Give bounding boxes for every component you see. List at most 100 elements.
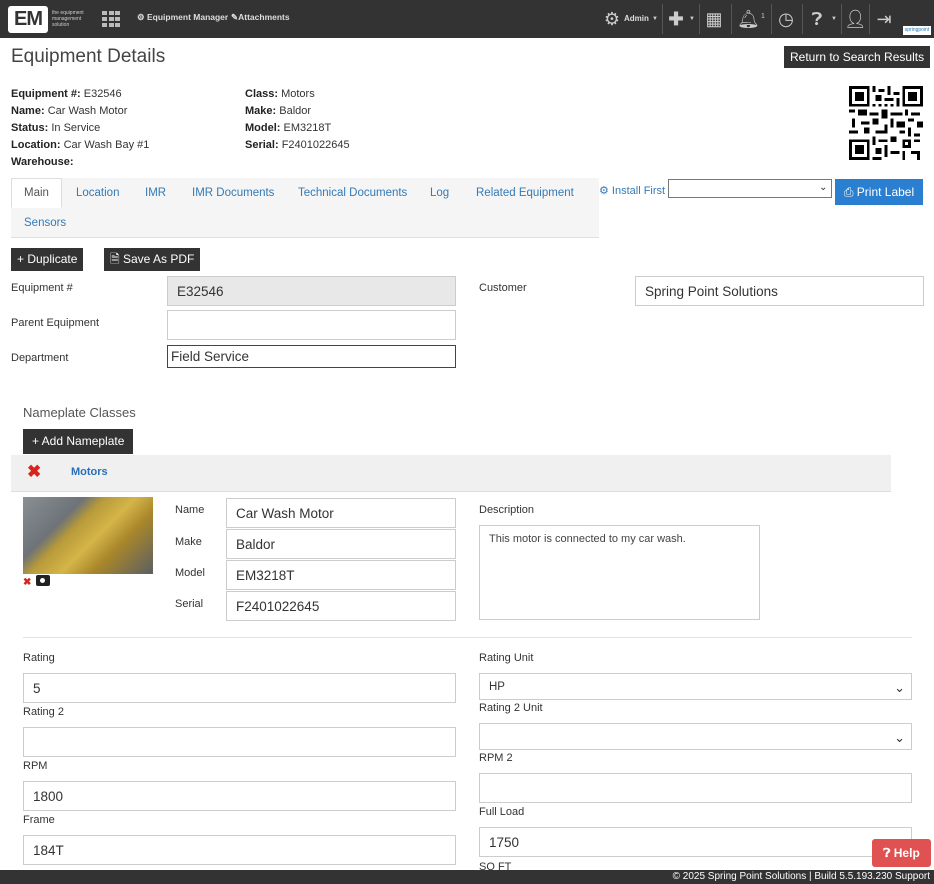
info-make: Make: Baldor <box>245 105 312 117</box>
tab-imr[interactable]: IMR <box>145 187 166 199</box>
nav-attachments[interactable]: ✎Attachments <box>231 12 290 23</box>
nav-divider <box>841 4 842 34</box>
nav-divider <box>662 4 663 34</box>
info-location: Location: Car Wash Bay #1 <box>11 139 150 151</box>
return-to-search-button[interactable]: Return to Search Results <box>784 46 931 68</box>
tab-technical-documents[interactable]: Technical Documents <box>298 187 407 199</box>
section-divider <box>23 637 912 638</box>
rating2-unit-select[interactable]: ⌄ <box>479 723 912 750</box>
description-textarea[interactable]: This motor is connected to my car wash. <box>479 525 760 620</box>
full-load-field[interactable]: 1750 <box>479 827 912 857</box>
plus-icon[interactable]: ✚ <box>666 8 686 30</box>
np-serial-field[interactable]: F2401022645 <box>226 591 456 621</box>
frame-field[interactable]: 184T <box>23 835 456 865</box>
np-make-label: Make <box>175 536 202 548</box>
rating2-field[interactable] <box>23 727 456 757</box>
rating2-label: Rating 2 <box>23 706 64 718</box>
tab-log[interactable]: Log <box>430 187 449 199</box>
save-as-pdf-button[interactable]: 🗎︎ Save As PDF <box>104 248 201 271</box>
logo-tagline: the equipment management solution <box>52 10 84 28</box>
print-label-button[interactable]: ⎙ Print Label <box>835 179 923 205</box>
np-model-field[interactable]: EM3218T <box>226 560 456 590</box>
nav-divider <box>731 4 732 34</box>
equipment-photo[interactable] <box>23 497 153 574</box>
tab-main[interactable]: Main <box>11 178 62 208</box>
equipment-no-field[interactable]: E32546 <box>167 276 456 306</box>
duplicate-button[interactable]: + Duplicate <box>11 248 84 271</box>
chevron-down-icon: ▼ <box>652 16 658 22</box>
gears-icon[interactable]: ⚙ <box>601 8 623 30</box>
tab-related-equipment[interactable]: Related Equipment <box>476 187 574 199</box>
info-warehouse: Warehouse: <box>11 156 74 168</box>
add-nameplate-button[interactable]: + Add Nameplate <box>23 429 134 454</box>
rpm2-label: RPM 2 <box>479 752 513 764</box>
nav-divider <box>771 4 772 34</box>
clock-icon[interactable]: ◷ <box>776 8 796 30</box>
rating-unit-label: Rating Unit <box>479 652 534 664</box>
nav-equipment-manager[interactable]: ⚙ Equipment Manager <box>137 12 228 23</box>
calendar-icon[interactable]: ▦ <box>703 8 725 30</box>
np-serial-label: Serial <box>175 598 204 610</box>
info-class: Class: Motors <box>245 88 315 100</box>
info-equipment-no: Equipment #: E32546 <box>11 88 122 100</box>
rpm-label: RPM <box>23 760 48 772</box>
page-title: Equipment Details <box>11 46 166 67</box>
parent-equipment-field[interactable] <box>167 310 456 340</box>
chevron-down-icon: ▼ <box>689 16 695 22</box>
delete-photo-icon[interactable]: ✖ <box>23 577 31 588</box>
customer-field[interactable]: Spring Point Solutions <box>635 276 924 306</box>
frame-label: Frame <box>23 814 55 826</box>
customer-label: Customer <box>479 282 527 294</box>
nameplate-classes-title: Nameplate Classes <box>23 405 136 420</box>
rpm2-field[interactable] <box>479 773 912 803</box>
camera-icon[interactable] <box>36 575 50 586</box>
chevron-down-icon: ▼ <box>831 16 837 22</box>
np-model-label: Model <box>175 567 205 579</box>
info-name: Name: Car Wash Motor <box>11 105 128 117</box>
tab-location[interactable]: Location <box>76 187 119 199</box>
chevron-down-icon: ⌄ <box>894 680 905 695</box>
tab-sensors[interactable]: Sensors <box>24 217 66 229</box>
help-circle-icon[interactable]: ❓︎ <box>807 8 827 30</box>
nav-divider <box>802 4 803 34</box>
chevron-down-icon: ⌄ <box>819 182 828 193</box>
rating2-unit-label: Rating 2 Unit <box>479 702 543 714</box>
parent-equipment-label: Parent Equipment <box>11 317 100 329</box>
notification-count: 1 <box>761 13 765 20</box>
description-label: Description <box>479 504 535 516</box>
install-first-link[interactable]: ⚙ Install First <box>599 184 665 197</box>
user-icon[interactable]: 👤︎ <box>844 8 867 30</box>
department-field[interactable]: Field Service <box>167 345 456 368</box>
rating-unit-select[interactable]: HP ⌄ <box>479 673 912 700</box>
apps-grid-icon[interactable] <box>102 11 120 27</box>
equipment-no-label: Equipment # <box>11 282 73 294</box>
nameplate-class-link[interactable]: Motors <box>71 466 108 478</box>
rating-label: Rating <box>23 652 55 664</box>
np-name-label: Name <box>175 504 205 516</box>
app-logo[interactable]: EM <box>8 6 48 33</box>
rpm-field[interactable]: 1800 <box>23 781 456 811</box>
admin-menu[interactable]: Admin <box>624 14 649 23</box>
nav-divider <box>699 4 700 34</box>
delete-nameplate-icon[interactable]: ✖ <box>27 462 41 482</box>
brand-logo: springpoint <box>903 26 931 35</box>
np-name-field[interactable]: Car Wash Motor <box>226 498 456 528</box>
bell-icon[interactable]: 🔔︎ <box>737 8 760 30</box>
full-load-label: Full Load <box>479 806 525 818</box>
tab-imr-documents[interactable]: IMR Documents <box>192 187 274 199</box>
install-select[interactable]: ⌄ <box>668 179 832 198</box>
help-button[interactable]: ❓︎ Help <box>872 839 931 867</box>
footer-bar: © 2025 Spring Point Solutions | Build 5.… <box>0 870 934 884</box>
sign-out-icon[interactable]: ⇥ <box>874 8 894 30</box>
chevron-down-icon: ⌄ <box>894 730 905 745</box>
np-make-field[interactable]: Baldor <box>226 529 456 559</box>
department-label: Department <box>11 352 69 364</box>
top-navbar: EM the equipment management solution ⚙ E… <box>0 0 934 38</box>
nameplate-header <box>11 455 891 492</box>
qr-code-image <box>849 86 923 160</box>
rating-field[interactable]: 5 <box>23 673 456 703</box>
info-model: Model: EM3218T <box>245 122 332 134</box>
info-serial: Serial: F2401022645 <box>245 139 350 151</box>
info-status: Status: In Service <box>11 122 101 134</box>
nav-divider <box>869 4 870 34</box>
